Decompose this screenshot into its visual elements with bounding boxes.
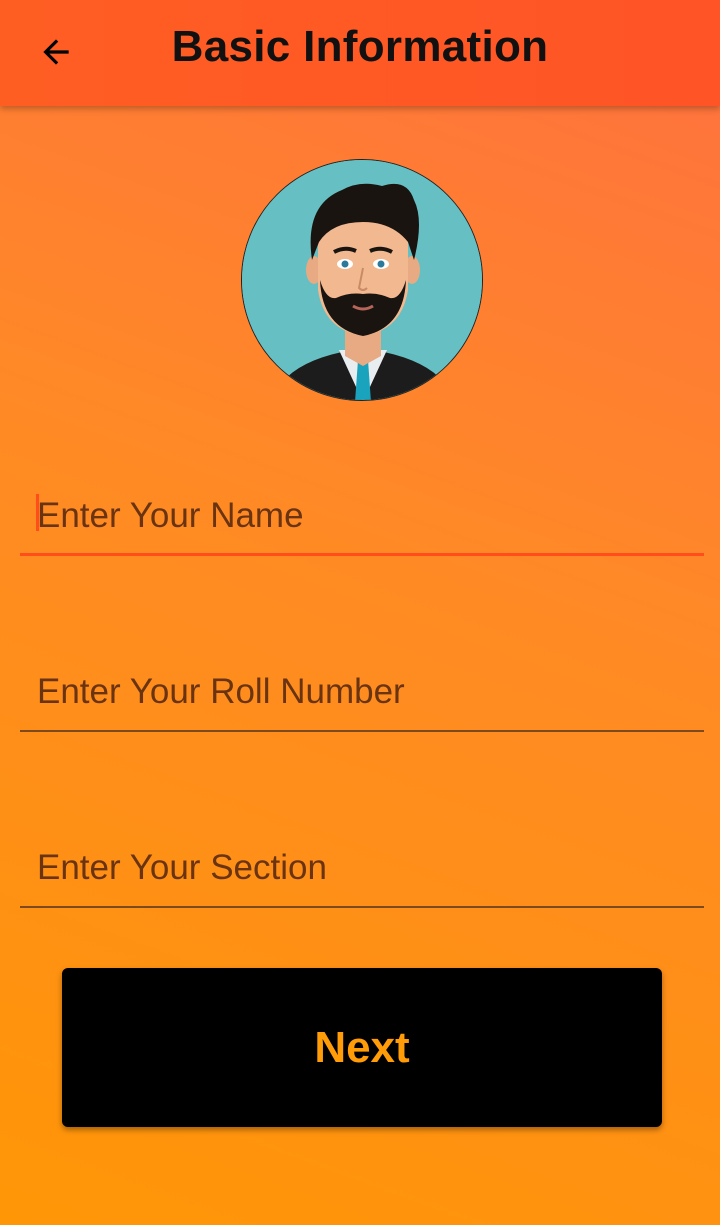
- section-input[interactable]: [20, 828, 704, 908]
- roll-number-input[interactable]: [20, 652, 704, 732]
- section-field[interactable]: [20, 828, 704, 908]
- page-title: Basic Information: [171, 22, 549, 71]
- roll-number-field-underline: [20, 730, 704, 732]
- name-input[interactable]: [20, 476, 704, 556]
- name-field[interactable]: [20, 476, 704, 556]
- next-button[interactable]: Next: [62, 968, 662, 1127]
- name-field-underline: [20, 553, 704, 556]
- section-field-underline: [20, 906, 704, 908]
- profile-avatar[interactable]: [241, 159, 483, 401]
- roll-number-field[interactable]: [20, 652, 704, 732]
- text-cursor: [36, 494, 39, 531]
- app-bar: Basic Information: [0, 0, 720, 106]
- man-with-beard-avatar-icon: [242, 160, 482, 400]
